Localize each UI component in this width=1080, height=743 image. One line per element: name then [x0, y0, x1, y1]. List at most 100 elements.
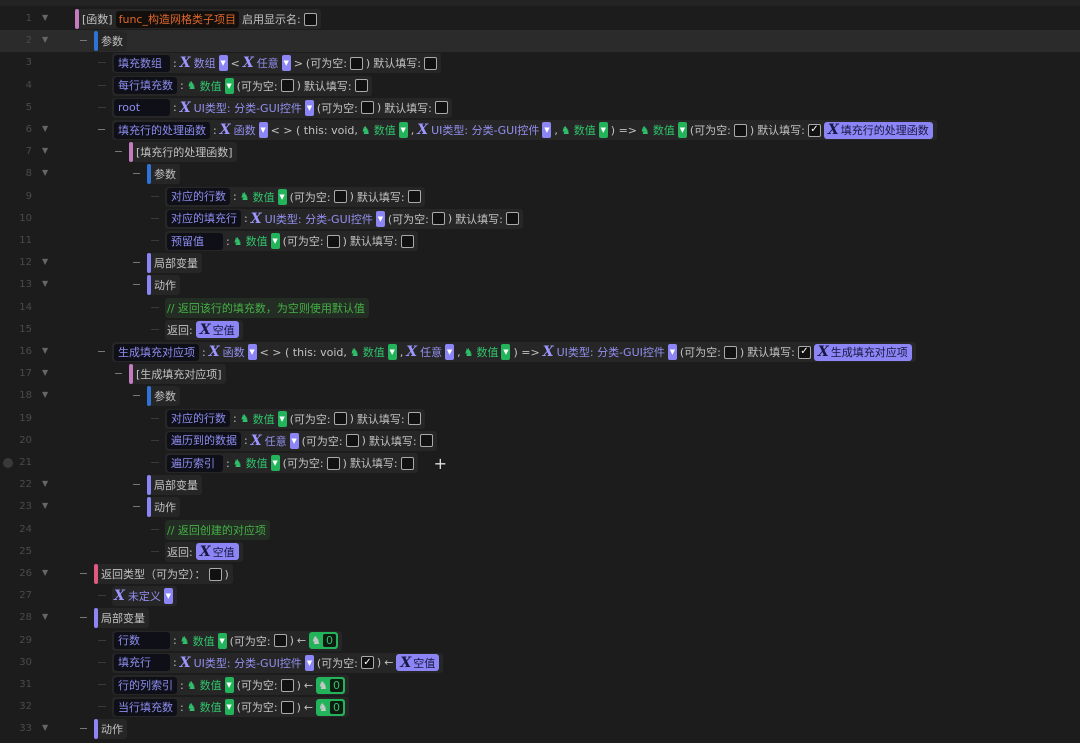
dropdown-icon[interactable]: ▼ [304, 99, 314, 116]
dropdown-icon[interactable]: ▼ [270, 233, 280, 249]
dropdown-icon[interactable]: ▼ [277, 188, 287, 205]
code-line[interactable]: 12 ▼ 局部变量 [0, 252, 1080, 274]
type-selector[interactable]: X 数组 ▼ [180, 55, 228, 72]
type-selector[interactable]: ♞ 数值 ▼ [187, 699, 234, 716]
code-line[interactable]: 17 ▼ [生成填充对应项] [0, 363, 1080, 385]
dropdown-icon[interactable]: ▼ [501, 344, 511, 360]
checkbox[interactable] [333, 412, 347, 426]
type-selector[interactable]: X 函数 ▼ [220, 122, 268, 138]
checkbox[interactable] [434, 101, 448, 115]
statement-node[interactable]: 每行填充数: ♞ 数值 ▼ (可为空:) 默认填写: [112, 75, 372, 96]
checkbox[interactable] [419, 434, 433, 448]
fold-arrow-icon[interactable]: ▼ [42, 501, 48, 510]
statement-node[interactable]: 预留值: ♞ 数值 ▼ (可为空:) 默认填写: [165, 231, 418, 251]
statement-node[interactable]: 填充数组: X 数组 ▼ < X 任意 ▼ > (可为空:) 默认填写: [112, 53, 441, 74]
statement-node[interactable]: 当行填充数: ♞ 数值 ▼ (可为空:) ← ♞ 0 [112, 697, 349, 718]
param-name-input[interactable]: 行数 [114, 632, 170, 650]
type-selector[interactable]: ♞ 数值 ▼ [640, 122, 687, 138]
type-selector[interactable]: X UI类型: 分类-GUI控件 ▼ [180, 99, 314, 116]
code-line[interactable]: 1 ▼ [函数] func_构造网格类子项目 启用显示名: [0, 8, 1080, 30]
type-selector[interactable]: X UI类型: 分类-GUI控件 ▼ [251, 210, 385, 227]
type-selector[interactable]: X 未定义 ▼ [114, 588, 173, 605]
code-line[interactable]: 14 // 返回该行的填充数，为空则使用默认值 [0, 297, 1080, 319]
type-selector[interactable]: X 函数 ▼ [209, 344, 257, 360]
param-name-input[interactable]: 当行填充数 [114, 698, 177, 716]
type-selector[interactable]: X UI类型: 分类-GUI控件 ▼ [417, 122, 552, 138]
dropdown-icon[interactable]: ▼ [598, 122, 608, 138]
type-selector[interactable]: X UI类型: 分类-GUI控件 ▼ [180, 654, 314, 671]
dropdown-icon[interactable]: ▼ [277, 410, 287, 427]
code-line[interactable]: 2 ▼ 参数 [0, 30, 1080, 53]
code-line[interactable]: 31 行的列索引: ♞ 数值 ▼ (可为空:) ← ♞ 0 [0, 674, 1080, 696]
type-selector[interactable]: ♞ 数值 ▼ [561, 122, 608, 138]
dropdown-icon[interactable]: ▼ [398, 122, 408, 138]
collapse-dash-icon[interactable] [133, 173, 140, 175]
code-line[interactable]: 5 root: X UI类型: 分类-GUI控件 ▼ (可为空:) 默认填写: [0, 97, 1080, 119]
collapse-dash-icon[interactable] [80, 728, 87, 730]
add-icon[interactable]: + [434, 454, 447, 473]
number-value[interactable]: 0 [329, 700, 343, 714]
collapse-dash-icon[interactable] [133, 395, 140, 397]
checkbox[interactable] [723, 345, 737, 359]
param-name-input[interactable]: 填充行 [114, 654, 170, 672]
code-line[interactable]: 25 返回: X 空值 [0, 541, 1080, 563]
checkbox[interactable] [303, 12, 317, 26]
collapse-dash-icon[interactable] [133, 484, 140, 486]
statement-node[interactable]: root: X UI类型: 分类-GUI控件 ▼ (可为空:) 默认填写: [112, 97, 452, 118]
param-name-input[interactable]: 对应的填充行 [167, 210, 241, 228]
block-header[interactable]: 参数 [94, 31, 127, 52]
dropdown-icon[interactable]: ▼ [270, 455, 280, 471]
value-chip[interactable]: X 生成填充对应项 [813, 343, 912, 361]
number-value-chip[interactable]: ♞ 0 [309, 632, 338, 650]
dropdown-icon[interactable]: ▼ [387, 344, 397, 360]
checkbox[interactable]: ✓ [807, 123, 821, 137]
function-name[interactable]: func_构造网格类子项目 [115, 10, 239, 28]
code-line[interactable]: 8 ▼ 参数 [0, 163, 1080, 185]
code-line[interactable]: 10 对应的填充行: X UI类型: 分类-GUI控件 ▼ (可为空:) 默认填写: [0, 208, 1080, 230]
statement-node[interactable]: 对应的行数: ♞ 数值 ▼ (可为空:) 默认填写: [165, 408, 425, 429]
block-header[interactable]: 局部变量 [94, 608, 149, 629]
collapse-dash-icon[interactable] [80, 40, 87, 42]
fold-arrow-icon[interactable]: ▼ [42, 35, 48, 44]
checkbox[interactable] [273, 634, 287, 648]
statement-node[interactable]: // 返回创建的对应项 [165, 519, 270, 540]
fold-arrow-icon[interactable]: ▼ [42, 368, 48, 377]
code-line[interactable]: 9 对应的行数: ♞ 数值 ▼ (可为空:) 默认填写: [0, 186, 1080, 208]
code-line[interactable]: 27 X 未定义 ▼ [0, 585, 1080, 607]
dropdown-icon[interactable]: ▼ [667, 344, 677, 360]
code-line[interactable]: 7 ▼ [填充行的处理函数] [0, 141, 1080, 163]
statement-node[interactable]: 返回: X 空值 [165, 541, 243, 562]
code-line[interactable]: 22 ▼ 局部变量 [0, 474, 1080, 496]
statement-node[interactable]: 遍历索引: ♞ 数值 ▼ (可为空:) 默认填写: [165, 453, 418, 473]
collapse-dash-icon[interactable] [133, 284, 140, 286]
code-line[interactable]: 20 遍历到的数据: X 任意 ▼ (可为空:) 默认填写: [0, 430, 1080, 452]
fold-arrow-icon[interactable]: ▼ [42, 168, 48, 177]
type-selector[interactable]: ♞ 数值 ▼ [180, 632, 227, 649]
statement-node[interactable]: X 未定义 ▼ [112, 586, 177, 607]
fold-arrow-icon[interactable]: ▼ [42, 612, 48, 621]
statement-node[interactable]: 行的列索引: ♞ 数值 ▼ (可为空:) ← ♞ 0 [112, 675, 349, 695]
checkbox[interactable] [280, 678, 294, 692]
statement-node[interactable]: 对应的填充行: X UI类型: 分类-GUI控件 ▼ (可为空:) 默认填写: [165, 208, 523, 229]
param-name-input[interactable]: 遍历索引 [167, 454, 223, 472]
type-selector[interactable]: X 任意 ▼ [406, 344, 455, 360]
fold-arrow-icon[interactable]: ▼ [42, 346, 48, 355]
checkbox[interactable] [423, 56, 437, 70]
checkbox[interactable] [280, 700, 294, 714]
checkbox[interactable] [349, 56, 363, 70]
fold-arrow-icon[interactable]: ▼ [42, 723, 48, 732]
fold-arrow-icon[interactable]: ▼ [42, 479, 48, 488]
code-line[interactable]: 19 对应的行数: ♞ 数值 ▼ (可为空:) 默认填写: [0, 408, 1080, 430]
statement-node[interactable]: 填充行: X UI类型: 分类-GUI控件 ▼ (可为空: ✓) ← X 空值 [112, 652, 444, 673]
code-line[interactable]: 29 行数: ♞ 数值 ▼ (可为空:) ← ♞ 0 [0, 630, 1080, 652]
code-line[interactable]: 21 遍历索引: ♞ 数值 ▼ (可为空:) 默认填写: + [0, 452, 1080, 474]
param-name-input[interactable]: 对应的行数 [167, 410, 230, 428]
comment-text[interactable]: // 返回该行的填充数，为空则使用默认值 [167, 300, 365, 316]
type-selector[interactable]: ♞ 数值 ▼ [233, 233, 280, 249]
number-value[interactable]: 0 [329, 678, 343, 692]
fold-arrow-icon[interactable]: ▼ [42, 13, 48, 22]
dropdown-icon[interactable]: ▼ [445, 344, 455, 360]
number-value-chip[interactable]: ♞ 0 [316, 676, 345, 694]
block-header[interactable]: [填充行的处理函数] [129, 142, 237, 163]
fold-arrow-icon[interactable]: ▼ [42, 124, 48, 133]
